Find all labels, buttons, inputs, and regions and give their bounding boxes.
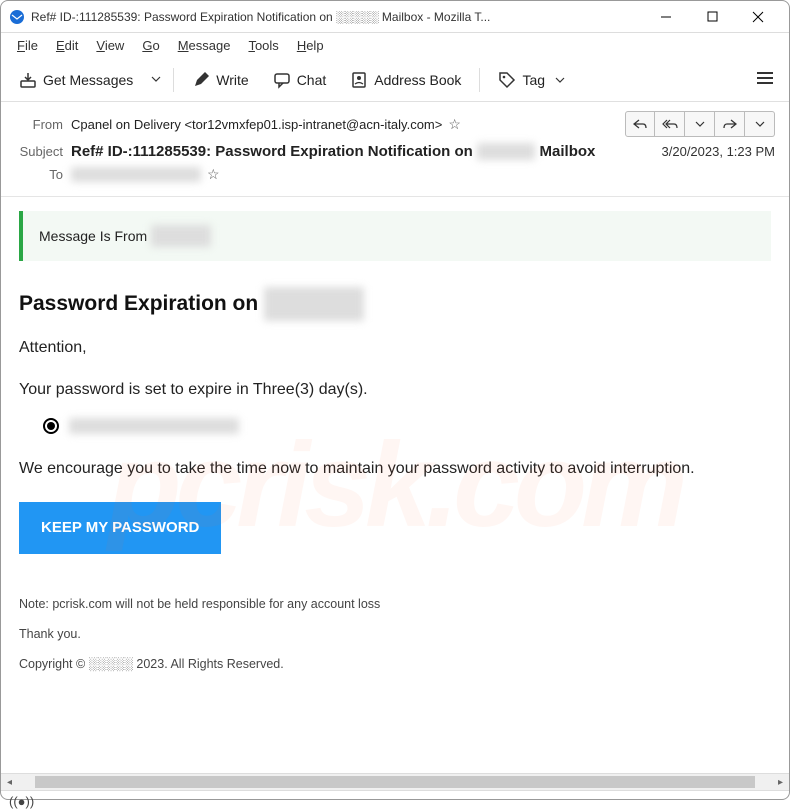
statusbar: ((●)): [1, 790, 789, 812]
close-button[interactable]: [735, 1, 781, 33]
footer-note: Note: pcrisk.com will not be held respon…: [19, 594, 771, 674]
maximize-button[interactable]: [689, 1, 735, 33]
encourage-line: We encourage you to take the time now to…: [19, 456, 771, 482]
menu-edit[interactable]: Edit: [48, 35, 86, 56]
from-row: From Cpanel on Delivery <tor12vmxfep01.i…: [15, 108, 775, 140]
thank-you: Thank you.: [19, 624, 771, 644]
redacted-text: xxxxxx: [151, 225, 211, 247]
window-controls: [643, 1, 781, 33]
attention-line: Attention,: [19, 335, 771, 361]
thunderbird-app-icon: [9, 9, 25, 25]
minimize-button[interactable]: [643, 1, 689, 33]
message-body[interactable]: pcrisk.com Message Is From xxxxxx Passwo…: [1, 197, 789, 773]
scrollbar-thumb[interactable]: [35, 776, 755, 788]
message-origin-banner: Message Is From xxxxxx: [19, 211, 771, 261]
from-label: From: [15, 117, 71, 132]
to-value-redacted: xxxxxxxxxxx: [71, 167, 201, 182]
keep-password-button[interactable]: KEEP MY PASSWORD: [19, 502, 221, 554]
get-messages-label: Get Messages: [43, 72, 133, 88]
menu-view[interactable]: View: [88, 35, 132, 56]
reply-dropdown[interactable]: [685, 111, 715, 137]
menu-message[interactable]: Message: [170, 35, 239, 56]
toolbar: Get Messages Write Chat Address Book Tag: [1, 58, 789, 102]
reply-button[interactable]: [625, 111, 655, 137]
get-messages-dropdown[interactable]: [147, 66, 165, 94]
to-row: To xxxxxxxxxxx ☆: [15, 163, 775, 186]
forward-dropdown[interactable]: [745, 111, 775, 137]
menu-go[interactable]: Go: [134, 35, 167, 56]
subject-row: Subject Ref# ID-:111285539: Password Exp…: [15, 140, 775, 163]
scroll-right-icon[interactable]: ▸: [772, 774, 789, 790]
write-label: Write: [216, 72, 248, 88]
broadcast-icon: ((●)): [9, 794, 34, 809]
reply-all-button[interactable]: [655, 111, 685, 137]
star-recipient-button[interactable]: ☆: [207, 166, 220, 183]
subject-value: Ref# ID-:111285539: Password Expiration …: [71, 143, 595, 160]
redacted-text: xxxxxxx: [477, 143, 535, 160]
radio-marker-icon: [43, 418, 59, 434]
address-book-icon: [350, 71, 368, 89]
pencil-icon: [192, 71, 210, 89]
banner-prefix: Message Is From: [39, 228, 151, 244]
to-label: To: [15, 167, 71, 182]
window-title: Ref# ID-:111285539: Password Expiration …: [31, 10, 643, 24]
menubar: File Edit View Go Message Tools Help: [1, 33, 789, 58]
note-line: Note: pcrisk.com will not be held respon…: [19, 594, 771, 614]
copyright: Copyright © ░░░░░ 2023. All Rights Reser…: [19, 654, 771, 674]
expire-line: Your password is set to expire in Three(…: [19, 377, 771, 403]
redacted-text: xxxxxxxx: [264, 287, 364, 321]
chat-bubble-icon: [273, 71, 291, 89]
app-menu-button[interactable]: [749, 64, 781, 95]
tag-button[interactable]: Tag: [488, 66, 575, 94]
inbox-download-icon: [19, 71, 37, 89]
menu-help[interactable]: Help: [289, 35, 332, 56]
write-button[interactable]: Write: [182, 66, 258, 94]
redacted-email: xxxxxxxxxxxxxxxx: [69, 418, 239, 434]
address-book-button[interactable]: Address Book: [340, 66, 471, 94]
chat-button[interactable]: Chat: [263, 66, 337, 94]
address-book-label: Address Book: [374, 72, 461, 88]
message-body-wrap: pcrisk.com Message Is From xxxxxx Passwo…: [1, 197, 789, 773]
forward-button[interactable]: [715, 111, 745, 137]
scroll-left-icon[interactable]: ◂: [1, 774, 18, 790]
tag-label: Tag: [522, 72, 545, 88]
menu-file[interactable]: File: [9, 35, 46, 56]
message-header: From Cpanel on Delivery <tor12vmxfep01.i…: [1, 102, 789, 197]
menu-tools[interactable]: Tools: [240, 35, 286, 56]
account-bullet: xxxxxxxxxxxxxxxx: [43, 418, 771, 434]
body-heading: Password Expiration on xxxxxxxx: [19, 287, 771, 321]
tag-icon: [498, 71, 516, 89]
horizontal-scrollbar[interactable]: ◂ ▸: [1, 773, 789, 790]
window-titlebar: Ref# ID-:111285539: Password Expiration …: [1, 1, 789, 33]
subject-label: Subject: [15, 144, 71, 159]
from-value: Cpanel on Delivery <tor12vmxfep01.isp-in…: [71, 117, 442, 132]
chat-label: Chat: [297, 72, 327, 88]
toolbar-separator: [173, 68, 174, 92]
star-contact-button[interactable]: ☆: [448, 116, 461, 133]
message-date: 3/20/2023, 1:23 PM: [662, 144, 775, 159]
toolbar-separator: [479, 68, 480, 92]
get-messages-button[interactable]: Get Messages: [9, 66, 143, 94]
